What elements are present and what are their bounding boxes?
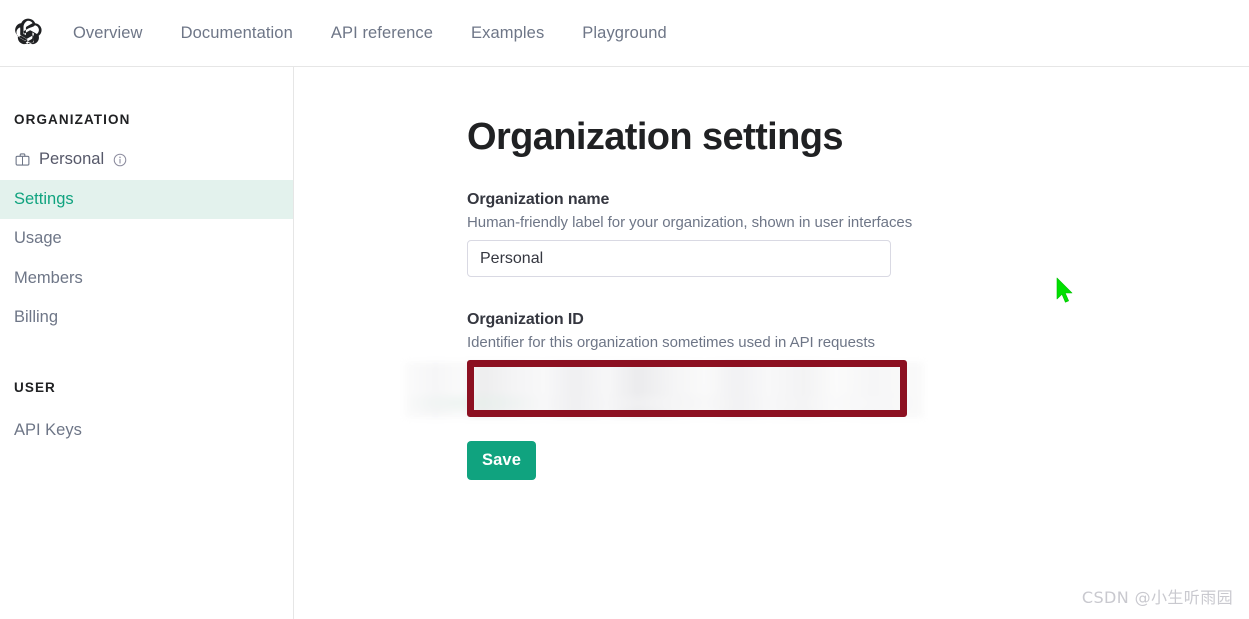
info-circle-icon[interactable] — [112, 152, 128, 168]
organization-id-label: Organization ID — [467, 311, 584, 328]
sidebar-item-members[interactable]: Members — [0, 259, 293, 298]
sidebar-item-billing[interactable]: Billing — [0, 298, 293, 337]
organization-id-help: Identifier for this organization sometim… — [467, 334, 875, 351]
main-content: Organization settings Organization name … — [294, 67, 1249, 619]
nav-item-documentation[interactable]: Documentation — [181, 18, 293, 49]
sidebar-org-name: Personal — [39, 150, 105, 168]
openai-logo-icon[interactable] — [11, 16, 45, 50]
sidebar-item-usage[interactable]: Usage — [0, 219, 293, 258]
briefcase-icon — [14, 151, 31, 168]
nav-item-playground[interactable]: Playground — [582, 18, 666, 49]
field-organization-name: Organization name Human-friendly label f… — [467, 191, 912, 277]
page-title: Organization settings — [467, 116, 843, 158]
sidebar-org-selector[interactable]: Personal — [0, 145, 293, 180]
sidebar: ORGANIZATION Personal Settings Usage Mem — [0, 67, 294, 619]
organization-name-input[interactable] — [467, 240, 891, 277]
save-button[interactable]: Save — [467, 441, 536, 480]
organization-id-redacted-area — [404, 360, 924, 420]
organization-name-label: Organization name — [467, 191, 610, 208]
page-root: Overview Documentation API reference Exa… — [0, 0, 1249, 619]
sidebar-heading-user: USER — [14, 379, 56, 395]
primary-nav: Overview Documentation API reference Exa… — [73, 18, 667, 49]
sidebar-item-api-keys[interactable]: API Keys — [0, 411, 293, 450]
nav-item-api-reference[interactable]: API reference — [331, 18, 433, 49]
nav-item-examples[interactable]: Examples — [471, 18, 544, 49]
field-organization-id: Organization ID Identifier for this orga… — [404, 311, 924, 420]
sidebar-item-settings[interactable]: Settings — [0, 180, 293, 220]
top-navigation-bar: Overview Documentation API reference Exa… — [0, 0, 1249, 67]
sidebar-heading-organization: ORGANIZATION — [14, 112, 131, 127]
organization-id-input-highlight[interactable] — [467, 360, 907, 417]
organization-name-help: Human-friendly label for your organizati… — [467, 214, 913, 231]
watermark: CSDN @小生听雨园 — [1081, 588, 1233, 607]
nav-item-overview[interactable]: Overview — [73, 18, 143, 49]
